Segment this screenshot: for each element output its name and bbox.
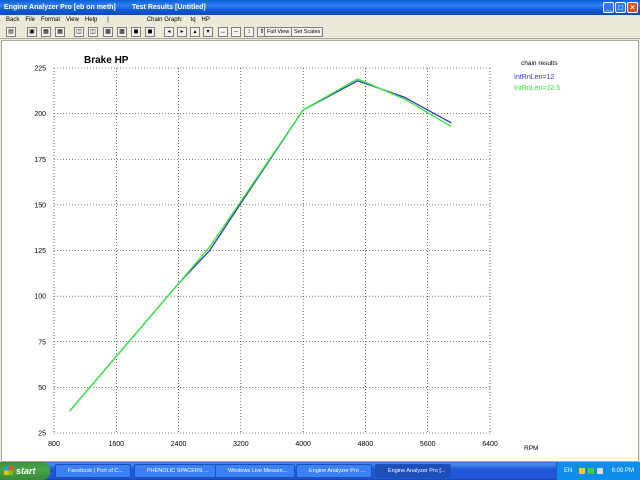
legend-entry: IntRnLen=12 xyxy=(514,74,554,81)
arrow-right-icon[interactable]: ▸ xyxy=(177,27,187,37)
firefox-icon xyxy=(137,467,145,475)
y-tick-label: 50 xyxy=(38,385,46,392)
task-label: Windows Live Messen... xyxy=(228,468,288,474)
menu-view[interactable]: View xyxy=(66,17,79,23)
task-phenolic[interactable]: PHENOLIC SPACERS ... xyxy=(134,464,216,478)
zoom-out-icon[interactable]: ◫ xyxy=(88,27,98,37)
series-line-1 xyxy=(69,80,452,412)
zoom-in-icon[interactable]: ◫ xyxy=(74,27,84,37)
y-tick-label: 175 xyxy=(34,157,46,164)
task-label: PHENOLIC SPACERS ... xyxy=(147,468,209,474)
y-tick-label: 25 xyxy=(38,431,46,438)
system-tray: EN 6:09 PM xyxy=(556,462,640,480)
task-engine-analyzer-2[interactable]: Engine Analyzer Pro [... xyxy=(375,464,451,478)
chain-graph-value[interactable]: tq xyxy=(191,17,196,23)
full-view-button[interactable]: Full View xyxy=(264,27,293,37)
language-indicator[interactable]: EN xyxy=(564,462,572,480)
menu-bar: Back File Format View Help | Chain Graph… xyxy=(0,15,640,25)
menu-separator: | xyxy=(107,17,109,23)
set-scales-button[interactable]: Set Scales xyxy=(291,27,324,37)
x-tick-label: 800 xyxy=(48,441,60,448)
brake-hp-chart: 25 50 75 100 125 150 175 200 225 800 1600 2400 3200 4… xyxy=(34,55,560,452)
series-line-2 xyxy=(69,78,452,412)
color-chart-icon[interactable]: ▩ xyxy=(103,27,113,37)
menu-format[interactable]: Format xyxy=(41,17,60,23)
tray-shield-icon[interactable] xyxy=(579,468,585,474)
task-facebook[interactable]: Facebook | Port of C... xyxy=(55,464,131,478)
chain-graph-mode[interactable]: HP xyxy=(202,17,210,23)
y-tick-label: 200 xyxy=(34,111,46,118)
task-label: Engine Analyzer Pro [... xyxy=(388,468,446,474)
y-tick-label: 225 xyxy=(34,66,46,73)
save-icon[interactable]: ▣ xyxy=(27,27,37,37)
task-engine-analyzer-1[interactable]: Engine Analyzer Pro ... xyxy=(296,464,372,478)
arrow-left-icon[interactable]: ◂ xyxy=(164,27,174,37)
record-next-icon[interactable]: ◼ xyxy=(145,27,155,37)
close-icon[interactable]: × xyxy=(627,2,638,13)
title-bar[interactable]: Engine Analyzer Pro [eb on meth] Test Re… xyxy=(0,0,640,15)
minimize-icon[interactable]: _ xyxy=(603,2,614,13)
x-tick-label: 3200 xyxy=(233,441,249,448)
app-icon xyxy=(299,467,307,475)
color-chart-alt-icon[interactable]: ▩ xyxy=(117,27,127,37)
print-icon[interactable]: ▤ xyxy=(6,27,16,37)
toolbar: ▤ ▣ ▦ ▦ ◫ ◫ ▩ ▩ ◼ ◼ ◂ ▸ ▴ ▾ ↔ ⇔ ↕ ⇕ Full… xyxy=(0,25,640,39)
record-back-icon[interactable]: ◼ xyxy=(131,27,141,37)
chart-compare-icon[interactable]: ▦ xyxy=(55,27,65,37)
taskbar: start Facebook | Port of C... PHENOLIC S… xyxy=(0,462,640,480)
menu-file[interactable]: File xyxy=(25,17,35,23)
x-tick-label: 5600 xyxy=(420,441,436,448)
y-tick-label: 75 xyxy=(38,339,46,346)
arrow-down-icon[interactable]: ▾ xyxy=(203,27,213,37)
tray-volume-icon[interactable] xyxy=(597,468,603,474)
app-window: Engine Analyzer Pro [eb on meth] Test Re… xyxy=(0,0,640,480)
legend-entry: IntRnLen=12.5 xyxy=(514,85,560,92)
x-axis-label: RPM xyxy=(524,445,538,452)
y-tick-label: 150 xyxy=(34,202,46,209)
arrow-up-icon[interactable]: ▴ xyxy=(190,27,200,37)
menu-help[interactable]: Help xyxy=(85,17,97,23)
window-controls: _ □ × xyxy=(603,2,638,13)
x-tick-label: 4800 xyxy=(358,441,374,448)
menu-back[interactable]: Back xyxy=(6,17,19,23)
x-tick-label: 6400 xyxy=(482,441,498,448)
x-tick-label: 2400 xyxy=(171,441,187,448)
start-button[interactable]: start xyxy=(0,462,50,480)
y-tick-label: 100 xyxy=(34,294,46,301)
messenger-icon xyxy=(218,467,226,475)
window-title-doc: Test Results [Untitled] xyxy=(132,4,206,11)
chart-view-icon[interactable]: ▦ xyxy=(41,27,51,37)
chain-graph-label: Chain Graph: xyxy=(146,17,183,23)
stretch-horizontal-icon[interactable]: ⇔ xyxy=(231,27,241,37)
x-tick-label: 4000 xyxy=(295,441,311,448)
chart-panel: 25 50 75 100 125 150 175 200 225 800 1600 2400 3200 4… xyxy=(1,40,639,462)
maximize-icon[interactable]: □ xyxy=(615,2,626,13)
firefox-icon xyxy=(58,467,66,475)
app-icon xyxy=(378,467,386,475)
legend-title: chain results xyxy=(521,60,558,67)
windows-flag-icon xyxy=(4,466,13,475)
stretch-vertical-icon[interactable]: ↕ xyxy=(244,27,254,37)
task-label: Engine Analyzer Pro ... xyxy=(309,468,365,474)
task-messenger[interactable]: Windows Live Messen... xyxy=(215,464,295,478)
shrink-horizontal-icon[interactable]: ↔ xyxy=(218,27,228,37)
clock[interactable]: 6:09 PM xyxy=(612,462,634,480)
window-title-app: Engine Analyzer Pro [eb on meth] xyxy=(4,4,116,11)
tray-messenger-icon[interactable] xyxy=(588,468,594,474)
chart-title: Brake HP xyxy=(84,55,129,66)
y-tick-label: 125 xyxy=(34,248,46,255)
x-tick-label: 1600 xyxy=(108,441,124,448)
start-label: start xyxy=(16,466,36,476)
task-label: Facebook | Port of C... xyxy=(68,468,123,474)
